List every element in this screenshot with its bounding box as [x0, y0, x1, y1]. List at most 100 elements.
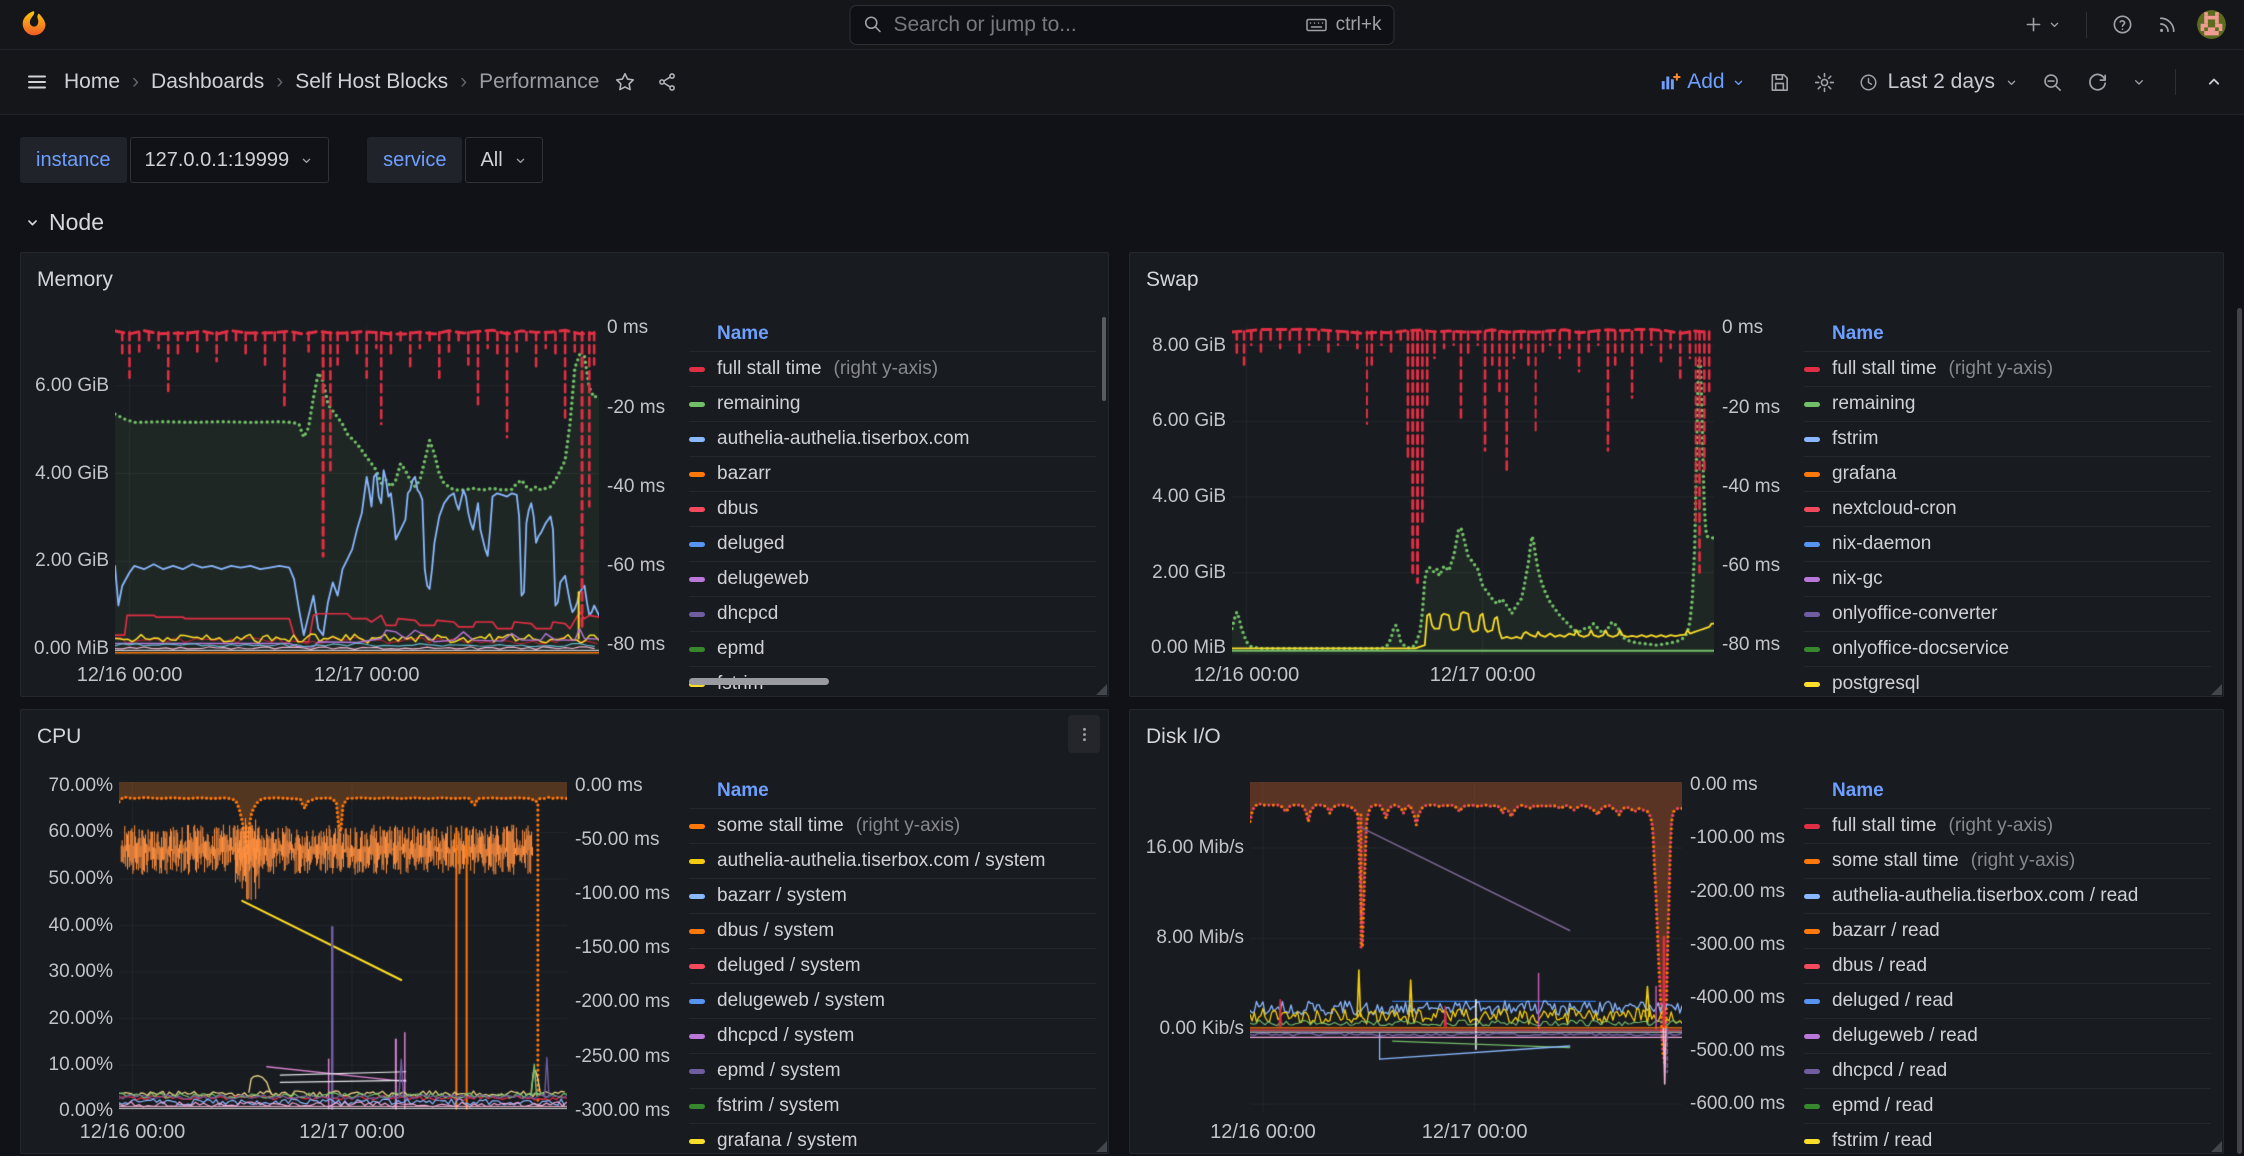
legend-item[interactable]: dhcpcd / system	[689, 1019, 1096, 1054]
legend-series-swatch	[1804, 472, 1820, 477]
refresh-button[interactable]	[2086, 71, 2109, 94]
legend-item[interactable]: bazarr / system	[689, 879, 1096, 914]
chart-canvas[interactable]	[1232, 325, 1714, 655]
legend-item[interactable]: some stall time (right y-axis)	[689, 809, 1096, 844]
legend-item[interactable]: postgresql	[1804, 667, 2211, 697]
legend-item[interactable]: onlyoffice-converter	[1804, 597, 2211, 632]
y-axis-tick-label: 30.00%	[49, 961, 113, 983]
page-scrollbar[interactable]	[2237, 308, 2242, 1154]
legend-series-label: deluged	[717, 533, 785, 555]
panel-title[interactable]: Memory	[37, 268, 113, 292]
panel-resize-handle[interactable]	[1096, 684, 1107, 695]
legend-item[interactable]: deluged / system	[689, 949, 1096, 984]
chart-canvas[interactable]	[115, 325, 599, 655]
x-axis-tick-label: 12/16 00:00	[1194, 664, 1300, 687]
grafana-logo-icon[interactable]	[18, 9, 50, 41]
legend-scrollbar-vertical[interactable]	[1102, 317, 1106, 401]
legend-item[interactable]: fstrim / system	[689, 1089, 1096, 1124]
legend-series-label: delugeweb / system	[717, 990, 885, 1012]
search-input[interactable]: Search or jump to... ctrl+k	[850, 5, 1395, 45]
legend-item[interactable]: deluged / read	[1804, 984, 2211, 1019]
legend-item[interactable]: fstrim / read	[1804, 1124, 2211, 1154]
chart-plot-area[interactable]	[115, 325, 599, 655]
x-axis-tick-label: 12/17 00:00	[314, 664, 420, 687]
legend-item[interactable]: authelia-authelia.tiserbox.com / system	[689, 844, 1096, 879]
y-axis-tick-label: -40 ms	[607, 476, 665, 498]
legend-item[interactable]: epmd / system	[689, 1054, 1096, 1089]
legend-item[interactable]: dbus / read	[1804, 949, 2211, 984]
panel-resize-handle[interactable]	[2211, 1141, 2222, 1152]
x-axis: 12/16 00:0012/17 00:00	[119, 1112, 567, 1146]
legend-item[interactable]: grafana	[1804, 457, 2211, 492]
legend-header-name[interactable]: Name	[717, 780, 769, 802]
chart-canvas[interactable]	[1250, 782, 1682, 1112]
legend-item[interactable]: onlyoffice-docservice	[1804, 632, 2211, 667]
avatar[interactable]	[2197, 10, 2226, 39]
y-axis-tick-label: 8.00 GiB	[1152, 335, 1226, 357]
panel-menu-kebab-icon[interactable]	[1068, 715, 1100, 753]
legend-item[interactable]: full stall time (right y-axis)	[1804, 809, 2211, 844]
time-range-picker[interactable]: Last 2 days	[1858, 70, 2019, 94]
legend-series-swatch	[689, 964, 705, 969]
legend-item[interactable]: delugeweb / read	[1804, 1019, 2211, 1054]
zoom-out-button[interactable]	[2041, 71, 2064, 94]
star-icon[interactable]	[609, 66, 641, 98]
legend-item[interactable]: delugeweb / system	[689, 984, 1096, 1019]
breadcrumb-item-self-host-blocks[interactable]: Self Host Blocks	[295, 70, 448, 94]
panel-resize-handle[interactable]	[2211, 684, 2222, 695]
panel-body: 6.00 GiB4.00 GiB2.00 GiB0.00 MiB12/16 00…	[21, 303, 1108, 697]
legend-item[interactable]: nix-gc	[1804, 562, 2211, 597]
legend-item[interactable]: nextcloud-cron	[1804, 492, 2211, 527]
legend-item[interactable]: epmd / read	[1804, 1089, 2211, 1124]
help-button[interactable]	[2107, 9, 2138, 40]
legend-item[interactable]: deluged	[689, 527, 1096, 562]
legend-item[interactable]: dhcpcd / read	[1804, 1054, 2211, 1089]
save-button[interactable]	[1768, 71, 1791, 94]
breadcrumb-item-dashboards[interactable]: Dashboards	[151, 70, 264, 94]
legend-item[interactable]: dbus	[689, 492, 1096, 527]
legend-header-name[interactable]: Name	[717, 323, 769, 345]
breadcrumb-item-home[interactable]: Home	[64, 70, 120, 94]
legend-item[interactable]: remaining	[689, 387, 1096, 422]
chart-plot-area[interactable]	[1250, 782, 1682, 1112]
x-axis: 12/16 00:0012/17 00:00	[1232, 655, 1714, 689]
panel-title[interactable]: CPU	[37, 725, 81, 749]
legend-item[interactable]: grafana / system	[689, 1124, 1096, 1154]
legend-item[interactable]: authelia-authelia.tiserbox.com / read	[1804, 879, 2211, 914]
legend-item[interactable]: nix-daemon	[1804, 527, 2211, 562]
legend-series-swatch	[689, 824, 705, 829]
panel-resize-handle[interactable]	[1096, 1141, 1107, 1152]
variable-value-dropdown-instance[interactable]: 127.0.0.1:19999	[130, 137, 330, 183]
chart-plot-area[interactable]	[1232, 325, 1714, 655]
y-axis-right: 0.00 ms-100.00 ms-200.00 ms-300.00 ms-40…	[1682, 760, 1778, 1154]
legend-header-name[interactable]: Name	[1832, 780, 1884, 802]
variable-value-dropdown-service[interactable]: All	[465, 137, 542, 183]
legend-item[interactable]: remaining	[1804, 387, 2211, 422]
legend-item[interactable]: fstrim	[1804, 422, 2211, 457]
chart-canvas[interactable]	[119, 782, 567, 1112]
row-node-header[interactable]: Node	[24, 209, 2224, 236]
legend-item[interactable]: bazarr	[689, 457, 1096, 492]
news-rss-button[interactable]	[2152, 9, 2183, 40]
legend-item[interactable]: bazarr / read	[1804, 914, 2211, 949]
share-icon[interactable]	[651, 66, 683, 98]
legend-item[interactable]: dhcpcd	[689, 597, 1096, 632]
legend-item[interactable]: epmd	[689, 632, 1096, 667]
panel-title[interactable]: Disk I/O	[1146, 725, 1221, 749]
legend-item[interactable]: delugeweb	[689, 562, 1096, 597]
refresh-interval-chevron-icon[interactable]	[2131, 74, 2147, 90]
legend-scrollbar-horizontal[interactable]	[689, 678, 829, 685]
legend-item[interactable]: full stall time (right y-axis)	[1804, 352, 2211, 387]
panel-title[interactable]: Swap	[1146, 268, 1199, 292]
settings-gear-icon[interactable]	[1813, 71, 1836, 94]
legend-item[interactable]: authelia-authelia.tiserbox.com	[689, 422, 1096, 457]
legend-item[interactable]: some stall time (right y-axis)	[1804, 844, 2211, 879]
menu-icon[interactable]	[20, 65, 54, 99]
chart-plot-area[interactable]	[119, 782, 567, 1112]
legend-item[interactable]: dbus / system	[689, 914, 1096, 949]
legend-header-name[interactable]: Name	[1832, 323, 1884, 345]
new-button[interactable]	[2019, 10, 2066, 39]
collapse-toolbar-caret-icon[interactable]	[2204, 72, 2224, 92]
add-button[interactable]: Add	[1659, 70, 1745, 94]
legend-item[interactable]: full stall time (right y-axis)	[689, 352, 1096, 387]
